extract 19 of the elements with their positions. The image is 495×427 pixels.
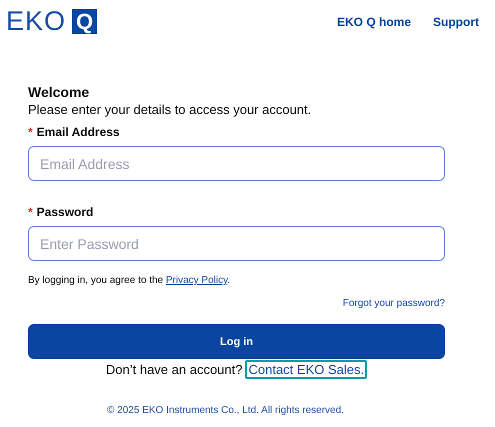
copyright-text: © 2025 EKO Instruments Co., Ltd. All rights reserved. xyxy=(106,405,345,416)
contact-sales-link[interactable]: Contact EKO Sales. xyxy=(245,360,368,379)
signup-text: Don’t have an account? xyxy=(106,362,242,377)
login-button[interactable]: Log in xyxy=(28,324,445,359)
required-mark: * xyxy=(28,125,33,139)
consent-text: By logging in, you agree to the Privacy Policy. xyxy=(28,275,232,286)
logo-text: EKO xyxy=(6,6,66,37)
required-mark: * xyxy=(28,205,33,219)
logo-mark: Q xyxy=(72,9,98,34)
subtitle: Please enter your details to access your account. xyxy=(28,102,312,117)
field-label: Password xyxy=(36,205,94,219)
privacy-policy-link[interactable]: Privacy Policy xyxy=(166,275,228,286)
input-field[interactable]: Email Address xyxy=(28,146,445,181)
welcome-title: Welcome xyxy=(28,84,90,100)
nav-link[interactable]: Support xyxy=(433,14,479,28)
input-field[interactable]: Enter Password xyxy=(28,226,445,261)
field-label: Email Address xyxy=(36,125,120,139)
forgot-password-link[interactable]: Forgot your password? xyxy=(342,298,445,309)
nav-link[interactable]: EKO Q home xyxy=(336,14,411,28)
